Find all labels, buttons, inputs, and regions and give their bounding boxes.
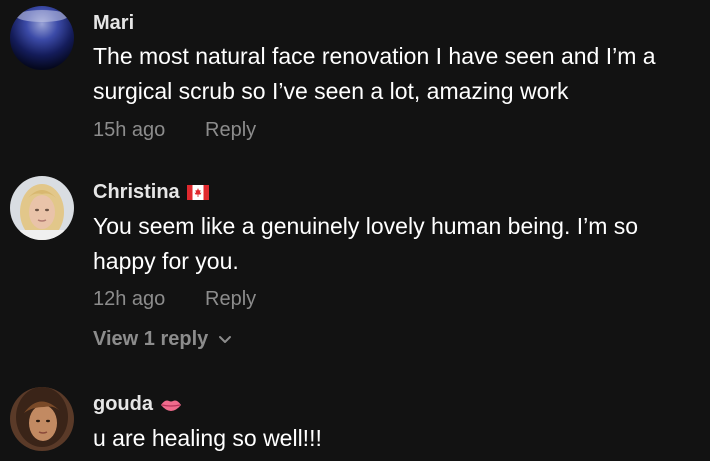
comment-text: The most natural face renovation I have … [93,43,656,104]
reply-button[interactable]: Reply [205,288,256,311]
comment-username[interactable]: Mari [93,12,134,35]
comment-timestamp: 12h ago [93,288,166,310]
canada-flag-icon [186,185,209,200]
comment-username[interactable]: Christina [93,181,209,204]
woman-portrait-icon [10,387,74,451]
comment-meta: 12h ago Reply [93,288,256,311]
comment-timestamp: 15h ago [93,119,166,141]
comment-meta: 15h ago Reply [93,119,256,142]
avatar[interactable] [10,387,74,451]
avatar[interactable] [10,6,74,70]
comment-username[interactable]: gouda [93,393,182,416]
woman-portrait-icon [10,176,74,240]
username-text[interactable]: Christina [93,181,180,204]
reply-button[interactable]: Reply [205,119,256,142]
comment-text: You seem like a genuinely lovely human b… [93,213,639,274]
lips-emoji-icon [160,398,182,412]
view-replies-label[interactable]: View 1 reply [93,328,208,351]
username-text[interactable]: Mari [93,12,134,35]
avatar[interactable] [10,176,74,240]
sphere-avatar-icon [10,6,74,70]
username-text[interactable]: gouda [93,393,153,416]
comment-text: u are healing so well!!! [93,425,322,451]
view-replies-button[interactable]: View 1 reply [93,328,232,351]
chevron-down-icon [218,335,232,344]
